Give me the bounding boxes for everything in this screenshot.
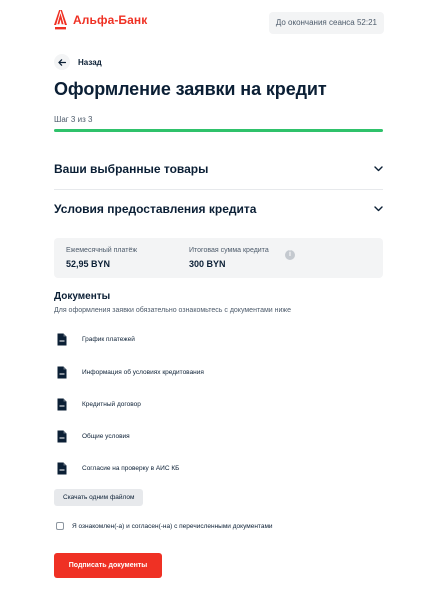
document-link[interactable]: Общие условия bbox=[56, 430, 130, 443]
step-progress-bar bbox=[54, 129, 383, 132]
document-link[interactable]: Согласие на проверку в АИС КБ bbox=[56, 462, 179, 475]
brand-name: Альфа-Банк bbox=[73, 13, 148, 27]
document-label: Кредитный договор bbox=[82, 401, 141, 408]
monthly-payment-value: 52,95 BYN bbox=[66, 259, 111, 269]
document-link[interactable]: Информация об условиях кредитования bbox=[56, 366, 204, 379]
chevron-down-icon bbox=[374, 206, 383, 212]
accordion-title: Условия предоставления кредита bbox=[54, 202, 257, 216]
info-icon[interactable]: i bbox=[285, 250, 295, 260]
header: Альфа-Банк До окончания сеанса 52:21 bbox=[54, 8, 384, 40]
divider bbox=[54, 189, 383, 190]
document-label: Согласие на проверку в АИС КБ bbox=[82, 465, 180, 472]
document-icon bbox=[57, 462, 67, 475]
document-icon bbox=[57, 366, 67, 379]
accordion-credit-terms[interactable]: Условия предоставления кредита bbox=[54, 191, 383, 227]
page-title: Оформление заявки на кредит bbox=[54, 79, 327, 99]
agree-checkbox[interactable] bbox=[56, 522, 64, 530]
download-all-button[interactable]: Скачать одним файлом bbox=[54, 489, 144, 506]
chevron-down-icon bbox=[374, 166, 383, 172]
agree-checkbox-row[interactable]: Я ознакомлен(-а) и согласен(-на) с переч… bbox=[56, 522, 273, 530]
documents-subtitle: Для оформления заявки обязательно ознако… bbox=[54, 307, 291, 314]
accordion-selected-goods[interactable]: Ваши выбранные товары bbox=[54, 151, 383, 187]
accordion-title: Ваши выбранные товары bbox=[54, 162, 209, 176]
document-label: Информация об условиях кредитования bbox=[82, 369, 204, 376]
documents-title: Документы bbox=[54, 291, 111, 302]
document-link[interactable]: График платежей bbox=[56, 333, 135, 346]
step-progress-fill bbox=[54, 129, 383, 132]
monthly-payment: Ежемесячный платёж 52,95 BYN bbox=[66, 247, 137, 269]
total-credit-label: Итоговая сумма кредита bbox=[189, 247, 269, 254]
sign-documents-button[interactable]: Подписать документы bbox=[54, 553, 162, 578]
document-label: Общие условия bbox=[82, 433, 130, 440]
document-label: График платежей bbox=[82, 336, 135, 343]
agree-label: Я ознакомлен(-а) и согласен(-на) с переч… bbox=[72, 522, 273, 530]
alfa-a-logo-icon bbox=[54, 10, 67, 30]
back-icon-wrap bbox=[54, 54, 70, 70]
step-indicator: Шаг 3 из 3 bbox=[54, 115, 93, 124]
document-icon bbox=[57, 430, 67, 443]
back-label: Назад bbox=[78, 57, 102, 67]
monthly-payment-label: Ежемесячный платёж bbox=[66, 247, 138, 254]
document-icon bbox=[57, 333, 67, 346]
document-icon bbox=[57, 398, 67, 411]
total-credit: Итоговая сумма кредита 300 BYN bbox=[189, 247, 269, 269]
alfa-bank-logo[interactable]: Альфа-Банк bbox=[54, 10, 147, 30]
session-timer-badge: До окончания сеанса 52:21 bbox=[268, 12, 384, 34]
arrow-left-icon bbox=[58, 58, 66, 66]
back-button[interactable]: Назад bbox=[54, 54, 102, 70]
credit-summary-card: Ежемесячный платёж 52,95 BYN Итоговая су… bbox=[54, 238, 383, 278]
total-credit-value: 300 BYN bbox=[189, 259, 226, 269]
document-link[interactable]: Кредитный договор bbox=[56, 398, 141, 411]
